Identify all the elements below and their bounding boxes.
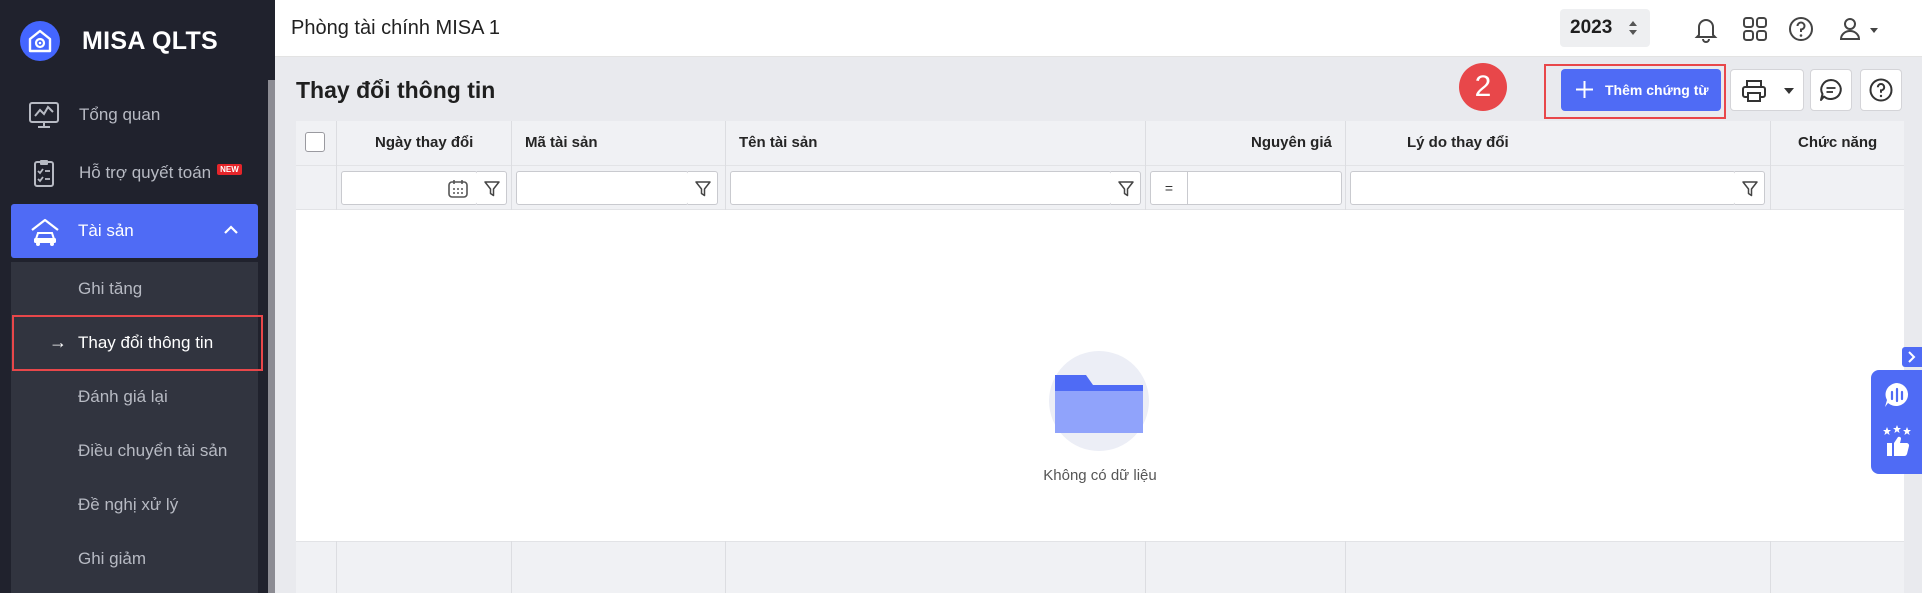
filter-icon [484, 181, 500, 197]
unit-name[interactable]: Phòng tài chính MISA 1 [291, 17, 500, 40]
clipboard-check-icon [34, 160, 54, 187]
sidebar-item-label: Tài sản [78, 221, 134, 240]
column-divider [725, 541, 726, 593]
filter-asset-code-button[interactable] [688, 171, 718, 205]
help-icon [1869, 78, 1893, 102]
column-divider [336, 121, 337, 210]
grid-header: Ngày thay đổi Mã tài sản Tên tài sản Ngu… [296, 121, 1904, 166]
chatbot-icon[interactable] [1883, 381, 1911, 409]
app-name: MISA QLTS [82, 27, 219, 55]
topbar: Phòng tài chính MISA 1 2023 [275, 0, 1922, 57]
printer-icon [1742, 80, 1766, 102]
empty-folder-icon [1049, 351, 1149, 451]
new-badge: NEW [217, 164, 242, 175]
grid-filter-row: = [296, 166, 1904, 210]
comment-button[interactable] [1810, 69, 1852, 111]
sort-arrows-icon [1629, 21, 1637, 35]
sidebar-item-settlement-support[interactable]: Hỗ trợ quyết toán NEW [0, 146, 268, 200]
submenu-item-transfer[interactable]: Điều chuyển tài sản [11, 424, 258, 478]
misa-logo-icon [20, 21, 60, 61]
filter-change-reason-button[interactable] [1735, 171, 1765, 205]
add-voucher-button[interactable]: Thêm chứng từ [1561, 69, 1721, 111]
brand[interactable]: MISA QLTS [0, 0, 268, 82]
col-header-original-cost[interactable]: Nguyên giá [1251, 134, 1332, 151]
assets-submenu: Ghi tăng → Thay đổi thông tin Đánh giá l… [11, 262, 258, 593]
filter-asset-name-input[interactable] [730, 171, 1112, 205]
submenu-item-increase[interactable]: Ghi tăng [11, 262, 258, 316]
rating-thumbs-up-icon[interactable] [1881, 425, 1913, 459]
sidebar-item-label: Hỗ trợ quyết toán [79, 163, 212, 182]
col-header-change-date[interactable]: Ngày thay đổi [375, 134, 473, 151]
sidebar-item-label: Tổng quan [79, 105, 161, 124]
column-divider [511, 121, 512, 210]
col-header-change-reason[interactable]: Lý do thay đổi [1407, 134, 1509, 151]
submenu-item-label: Điều chuyển tài sản [78, 441, 228, 460]
car-home-icon [31, 218, 59, 246]
filter-asset-code-input[interactable] [516, 171, 689, 205]
column-divider [725, 121, 726, 210]
data-grid: Ngày thay đổi Mã tài sản Tên tài sản Ngu… [296, 121, 1904, 593]
filter-asset-name-button[interactable] [1111, 171, 1141, 205]
apps-grid-icon[interactable] [1740, 14, 1770, 44]
column-divider [1345, 121, 1346, 210]
column-divider [1145, 121, 1146, 210]
column-divider [511, 541, 512, 593]
sidebar-scrollbar[interactable] [268, 80, 275, 593]
submenu-item-decrease[interactable]: Ghi giảm [11, 532, 258, 586]
add-voucher-label: Thêm chứng từ [1605, 82, 1709, 98]
filter-change-date-button[interactable] [477, 171, 507, 205]
page-title: Thay đổi thông tin [296, 77, 496, 103]
filter-cost-operator[interactable]: = [1150, 171, 1188, 205]
filter-icon [695, 181, 711, 197]
page-help-button[interactable] [1860, 69, 1902, 111]
bell-icon[interactable] [1691, 14, 1721, 44]
user-menu-icon[interactable] [1838, 14, 1882, 44]
annotation-highlight-1 [12, 315, 263, 371]
column-divider [1770, 121, 1771, 210]
sidebar-item-label-wrap: Hỗ trợ quyết toán NEW [79, 163, 242, 183]
chevron-up-icon[interactable] [222, 221, 240, 239]
monitor-chart-icon [29, 102, 59, 128]
print-button[interactable] [1730, 69, 1804, 111]
floating-support-panel [1871, 370, 1922, 474]
submenu-item-label: Đề nghị xử lý [78, 495, 179, 514]
filter-icon [1118, 181, 1134, 197]
submenu-item-label: Ghi giảm [78, 549, 147, 568]
filter-original-cost-input[interactable] [1187, 171, 1342, 205]
sidebar-item-assets[interactable]: Tài sản [11, 204, 258, 258]
submenu-item-disposal-request[interactable]: Đề nghị xử lý [11, 478, 258, 532]
column-divider [336, 541, 337, 593]
sidebar-item-overview[interactable]: Tổng quan [0, 88, 268, 142]
year-selector[interactable]: 2023 [1560, 9, 1650, 47]
float-panel-toggle[interactable] [1902, 347, 1922, 367]
calendar-icon[interactable] [447, 179, 469, 199]
filter-change-date-input[interactable] [341, 171, 478, 205]
plus-icon [1576, 81, 1593, 98]
chat-bubble-icon [1820, 79, 1842, 101]
submenu-item-revaluation[interactable]: Đánh giá lại [11, 370, 258, 424]
submenu-item-label: Ghi tăng [78, 279, 143, 298]
help-icon[interactable] [1786, 14, 1816, 44]
main-content: Thay đổi thông tin 2 Thêm chứng từ Ngày … [275, 57, 1922, 593]
select-all-checkbox[interactable] [305, 132, 325, 152]
col-header-actions[interactable]: Chức năng [1798, 134, 1877, 151]
submenu-item-label: Đánh giá lại [78, 387, 168, 406]
filter-icon [1742, 181, 1758, 197]
sidebar: MISA QLTS Tổng quan Hỗ trợ quyết toán NEW [0, 0, 275, 593]
column-divider [1345, 541, 1346, 593]
annotation-callout-2: 2 [1459, 63, 1507, 111]
empty-state-text: Không có dữ liệu [1043, 467, 1157, 484]
column-divider [1145, 541, 1146, 593]
grid-footer [296, 541, 1904, 593]
filter-change-reason-input[interactable] [1350, 171, 1736, 205]
col-header-asset-name[interactable]: Tên tài sản [739, 134, 817, 151]
column-divider [1770, 541, 1771, 593]
col-header-asset-code[interactable]: Mã tài sản [525, 134, 598, 151]
caret-down-icon[interactable] [1783, 87, 1795, 95]
year-value: 2023 [1570, 17, 1613, 38]
chevron-right-icon [1908, 351, 1916, 363]
